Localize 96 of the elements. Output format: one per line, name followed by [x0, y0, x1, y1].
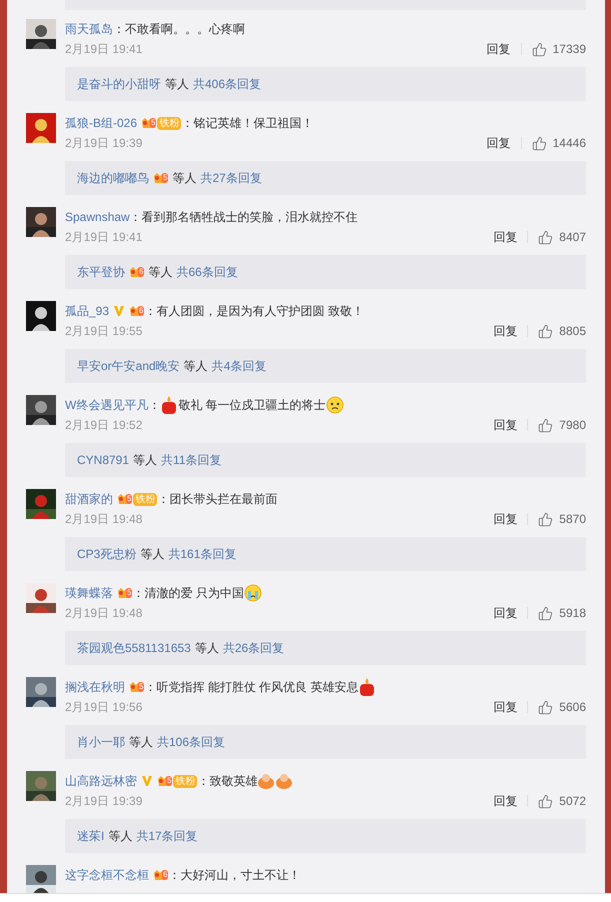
username-link[interactable]: 孤狼-B组-026 [65, 114, 138, 132]
reply-link[interactable]: 回复 [493, 322, 518, 340]
reply-link[interactable]: 回复 [493, 228, 518, 246]
reply-link[interactable]: 回复 [493, 604, 518, 622]
timestamp: 2月19日 19:48 [65, 605, 142, 622]
reply-count-link[interactable]: 共17条回复 [136, 827, 198, 845]
reply-username-link[interactable]: CYN8791 [77, 451, 130, 469]
reply-count-link[interactable]: 共27条回复 [200, 169, 262, 187]
comment-text: ：大好河山，寸土不让！ [168, 867, 300, 884]
comment-text: ：致敬英雄 [197, 773, 258, 790]
reply-username-link[interactable]: CP3死忠粉 [77, 545, 136, 563]
comment-text: ：团长带头拦在最前面 [157, 491, 278, 508]
like-count: 14446 [552, 135, 586, 152]
username-link[interactable]: 孤品_93 [65, 302, 110, 320]
others-label: 等人 [172, 170, 196, 187]
like-icon[interactable] [538, 700, 554, 714]
reply-link[interactable]: 回复 [493, 698, 518, 716]
username-link[interactable]: 这字念桓不念桓 [65, 866, 149, 884]
reply-link[interactable]: 回复 [486, 134, 511, 152]
like-icon[interactable] [538, 606, 554, 620]
reply-link[interactable]: 回复 [493, 792, 518, 810]
username-link[interactable]: 瑛舞蝶落 [65, 584, 113, 602]
others-label: 等人 [108, 828, 132, 845]
reply-username-link[interactable]: 茶园观色5581131653 [77, 639, 191, 657]
others-label: 等人 [140, 546, 164, 563]
fan-badge: 6 [129, 304, 144, 318]
sad-face-icon [326, 396, 344, 414]
like-count: 7980 [559, 417, 586, 434]
reply-link[interactable]: 回复 [486, 40, 511, 58]
reply-count-link[interactable]: 共26条回复 [222, 639, 284, 657]
reply-username-link[interactable]: 肖小一耶 [77, 733, 125, 751]
timestamp: 2月19日 19:41 [65, 229, 142, 246]
like-icon[interactable] [532, 136, 547, 150]
reply-username-link[interactable]: 是奋斗的小甜呀 [77, 75, 161, 93]
comment-text: ：清澈的爱 只为中国 [132, 585, 244, 602]
others-label: 等人 [184, 358, 208, 375]
like-icon[interactable] [538, 418, 554, 432]
timestamp: 2月19日 19:48 [65, 511, 142, 528]
reply-link[interactable]: 回复 [493, 416, 518, 434]
timestamp: 2月19日 19:41 [65, 41, 142, 58]
candle-icon [160, 395, 178, 415]
like-count: 8805 [559, 323, 586, 340]
reply-username-link[interactable]: 早安or午安and晚安 [77, 357, 180, 375]
timestamp: 2月19日 19:55 [65, 323, 142, 340]
timestamp: 2月19日 19:52 [65, 417, 142, 434]
fist-salute-icon [257, 773, 276, 789]
username-link[interactable]: 甜酒家的 [65, 490, 113, 508]
fan-badge: 6 [153, 868, 168, 882]
reply-count-link[interactable]: 共406条回复 [193, 75, 262, 93]
like-count: 5072 [559, 793, 586, 810]
like-icon[interactable] [538, 324, 554, 338]
timestamp: 2月19日 19:56 [65, 699, 142, 716]
comment-text: ： [148, 397, 160, 414]
fan-badge: 6 [129, 264, 144, 280]
reply-count-link[interactable]: 共106条回复 [157, 733, 226, 751]
like-count: 17339 [552, 41, 586, 58]
fan-badge: 5 [117, 586, 132, 600]
reply-username-link[interactable]: 海边的嘟嘟鸟 [77, 169, 149, 187]
username-link[interactable]: Spawnshaw [65, 208, 130, 226]
like-count: 5606 [559, 699, 586, 716]
comment-text: ：不敢看啊。。。心疼啊 [113, 21, 245, 38]
like-count: 5870 [559, 511, 586, 528]
comment-text: ：铭记英雄！保卫祖国！ [181, 115, 314, 132]
reply-username-link[interactable]: 迷茱I [77, 827, 104, 845]
fan-badge: 5 [129, 680, 144, 694]
others-label: 等人 [129, 734, 153, 751]
others-label: 等人 [148, 264, 172, 281]
like-count: 5918 [559, 605, 586, 622]
comment-text: ：看到那名牺牲战士的笑脸，泪水就控不住 [130, 209, 358, 226]
timestamp: 2月19日 19:39 [65, 135, 142, 152]
reply-count-link[interactable]: 共161条回复 [168, 545, 236, 563]
username-link[interactable]: 雨天孤岛 [65, 20, 113, 38]
like-icon[interactable] [538, 794, 554, 808]
reply-count-link[interactable]: 共4条回复 [212, 357, 266, 375]
others-label: 等人 [133, 452, 158, 469]
others-label: 等人 [165, 76, 189, 93]
like-count: 8407 [559, 229, 586, 246]
comment-text: 敬礼 每一位戍卫疆土的将士 [178, 397, 326, 414]
crying-face-icon [244, 584, 262, 602]
like-icon[interactable] [538, 230, 554, 244]
reply-link[interactable]: 回复 [493, 510, 518, 528]
username-link[interactable]: 搁浅在秋明 [65, 678, 125, 696]
others-label: 等人 [194, 640, 219, 657]
reply-username-link[interactable]: 东平登协 [77, 263, 125, 281]
reply-count-link[interactable]: 共11条回复 [161, 451, 222, 469]
timestamp: 2月19日 19:39 [65, 793, 142, 810]
fan-badge: 5 [153, 170, 168, 186]
candle-icon [358, 677, 376, 697]
reply-count-link[interactable]: 共66条回复 [176, 263, 238, 281]
fist-salute-icon [275, 773, 294, 789]
username-link[interactable]: W终会遇见平凡 [65, 396, 148, 414]
username-link[interactable]: 山高路远林密 [65, 772, 137, 790]
like-icon[interactable] [538, 512, 554, 526]
comment-text: ：有人团圆，是因为有人守护团圆 致敬！ [144, 303, 364, 320]
like-icon[interactable] [532, 42, 547, 56]
comment-text: ：听党指挥 能打胜仗 作风优良 英雄安息 [144, 679, 358, 696]
